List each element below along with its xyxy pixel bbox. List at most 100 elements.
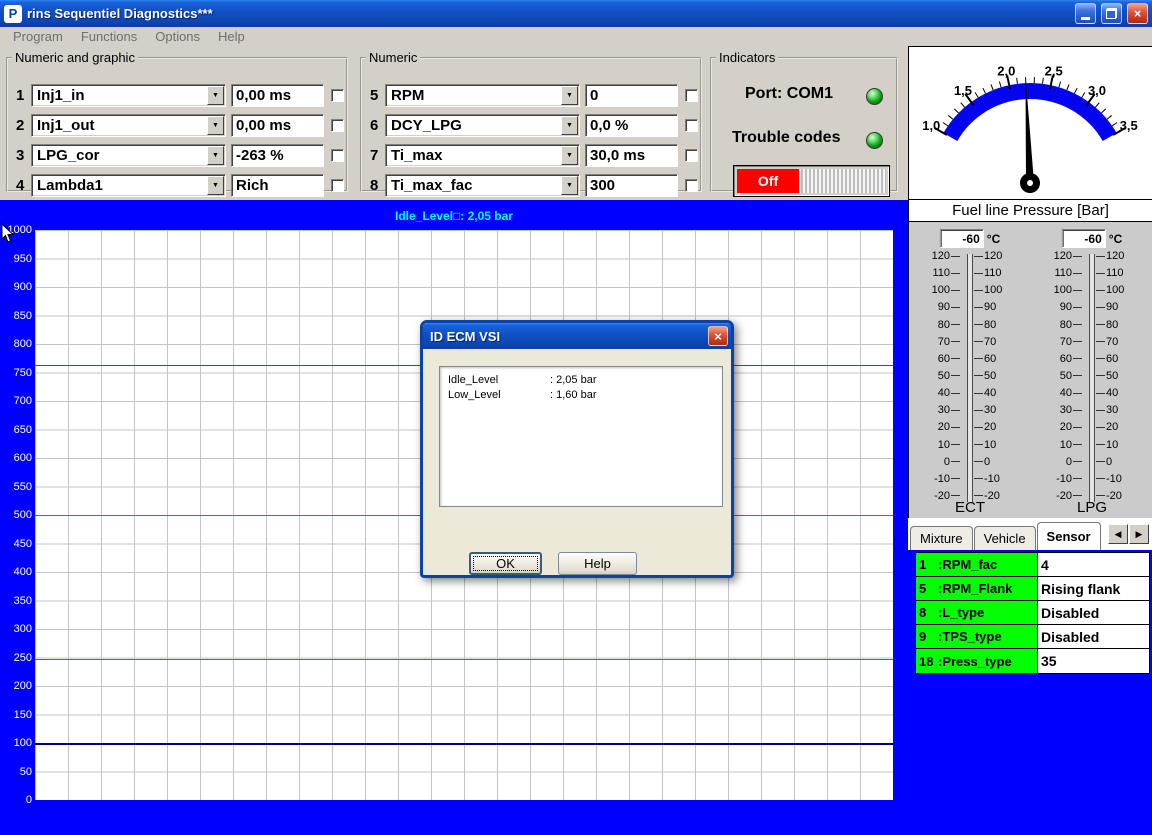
channel-select[interactable]: LPG_cor ▼	[31, 144, 226, 167]
info-value: : 2,05 bar	[550, 373, 596, 388]
setting-value-cell: Disabled	[1038, 601, 1149, 624]
channel-number: 7	[370, 147, 385, 164]
table-row[interactable]: 8:L_type Disabled	[916, 601, 1149, 625]
dialog-close-button[interactable]: ×	[708, 326, 728, 346]
menu-help[interactable]: Help	[209, 28, 254, 45]
channel-checkbox[interactable]	[331, 149, 344, 162]
thermo-scale-row: 6060	[917, 353, 1023, 365]
svg-text:1,0: 1,0	[922, 118, 940, 133]
ok-button[interactable]: OK	[469, 552, 542, 575]
port-status-led	[866, 88, 883, 105]
dialog-titlebar[interactable]: ID ECM VSI ×	[423, 323, 731, 349]
tab-scroll-right-button[interactable]: ▶	[1129, 524, 1149, 544]
gauge-caption: Fuel line Pressure [Bar]	[908, 200, 1152, 222]
trouble-codes-led	[866, 132, 883, 149]
thermo-scale-row: 120120	[917, 250, 1023, 262]
tab-sensor[interactable]: Sensor	[1037, 522, 1101, 550]
group-title: Indicators	[716, 50, 778, 65]
off-toggle[interactable]: Off	[733, 165, 890, 197]
dropdown-arrow-icon[interactable]: ▼	[561, 86, 578, 105]
table-row[interactable]: 18:Press_type 35	[916, 649, 1149, 673]
series-red-lower-level	[35, 659, 893, 660]
off-button[interactable]: Off	[737, 169, 799, 193]
mouse-cursor	[1, 223, 15, 245]
right-arrow-icon: ▶	[1136, 529, 1143, 540]
tab-scroll-left-button[interactable]: ◀	[1108, 524, 1128, 544]
channel-checkbox[interactable]	[331, 179, 344, 192]
y-tick-label: 400	[0, 566, 32, 578]
channel-checkbox[interactable]	[331, 89, 344, 102]
restore-icon	[1106, 8, 1117, 19]
dropdown-arrow-icon[interactable]: ▼	[207, 146, 224, 165]
thermo-scale-row: -10-10	[1039, 473, 1145, 485]
channel-select[interactable]: DCY_LPG ▼	[385, 114, 580, 137]
channel-number: 6	[370, 117, 385, 134]
channel-select[interactable]: Inj1_in ▼	[31, 84, 226, 107]
setting-name-cell: 8:L_type	[916, 601, 1038, 624]
channel-select[interactable]: RPM ▼	[385, 84, 580, 107]
close-button[interactable]: ×	[1127, 3, 1148, 24]
table-row[interactable]: 5:RPM_Flank Rising flank	[916, 577, 1149, 601]
channel-checkbox[interactable]	[685, 149, 698, 162]
channel-select-value: Lambda1	[37, 177, 103, 194]
table-row[interactable]: 9:TPS_type Disabled	[916, 625, 1149, 649]
dropdown-arrow-icon[interactable]: ▼	[207, 86, 224, 105]
y-tick-label: 350	[0, 595, 32, 607]
channel-select[interactable]: Lambda1 ▼	[31, 174, 226, 197]
thermo-scale-row: 5050	[917, 370, 1023, 382]
series-navy-low-level	[35, 743, 893, 745]
dropdown-arrow-icon[interactable]: ▼	[207, 176, 224, 195]
tab-mixture[interactable]: Mixture	[910, 526, 973, 550]
thermo-scale-row: 8080	[1039, 319, 1145, 331]
tab-vehicle[interactable]: Vehicle	[974, 526, 1036, 550]
setting-value-cell: 35	[1038, 649, 1149, 673]
dropdown-arrow-icon[interactable]: ▼	[561, 146, 578, 165]
dialog-info-box: Idle_Level : 2,05 bar Low_Level : 1,60 b…	[439, 366, 723, 507]
restore-button[interactable]	[1101, 3, 1122, 24]
lpg-label: LPG	[1033, 499, 1151, 516]
thermo-scale-row: 110110	[1039, 267, 1145, 279]
channel-row: 4 Lambda1 ▼ Rich	[16, 173, 344, 197]
channel-value: 0,00 ms	[231, 84, 324, 107]
menu-bar: Program Functions Options Help	[0, 27, 1152, 46]
thermo-scale-row: 3030	[1039, 404, 1145, 416]
dropdown-arrow-icon[interactable]: ▼	[561, 176, 578, 195]
y-tick-label: 300	[0, 623, 32, 635]
group-title: Numeric	[366, 50, 420, 65]
dropdown-arrow-icon[interactable]: ▼	[207, 116, 224, 135]
channel-checkbox[interactable]	[685, 119, 698, 132]
sensor-settings-table: 1:RPM_fac 4 5:RPM_Flank Rising flank 8:L…	[915, 552, 1150, 674]
thermo-scale-row: 9090	[1039, 301, 1145, 313]
channel-select[interactable]: Ti_max_fac ▼	[385, 174, 580, 197]
channel-select[interactable]: Ti_max ▼	[385, 144, 580, 167]
channel-row: 6 DCY_LPG ▼ 0,0 %	[370, 113, 698, 137]
channel-value: 0,00 ms	[231, 114, 324, 137]
temperature-panel: -60 °C 120120110110100100909080807070606…	[908, 222, 1152, 518]
thermo-scale-row: 00	[917, 456, 1023, 468]
thermometer-ect: -60 °C 120120110110100100909080807070606…	[911, 222, 1029, 518]
menu-functions[interactable]: Functions	[72, 28, 146, 45]
y-tick-label: 900	[0, 281, 32, 293]
dropdown-arrow-icon[interactable]: ▼	[561, 116, 578, 135]
group-numeric-and-graphic: Numeric and graphic 1 Inj1_in ▼ 0,00 ms …	[6, 50, 348, 192]
channel-select[interactable]: Inj1_out ▼	[31, 114, 226, 137]
channel-checkbox[interactable]	[685, 179, 698, 192]
minimize-button[interactable]	[1075, 3, 1096, 24]
channel-checkbox[interactable]	[685, 89, 698, 102]
channel-checkbox[interactable]	[331, 119, 344, 132]
help-button[interactable]: Help	[558, 552, 637, 575]
channel-number: 4	[16, 177, 31, 194]
y-tick-label: 250	[0, 652, 32, 664]
y-tick-label: 150	[0, 709, 32, 721]
lpg-unit-label: °C	[1109, 232, 1122, 246]
window-titlebar[interactable]: P rins Sequentiel Diagnostics*** ×	[0, 0, 1152, 27]
table-row[interactable]: 1:RPM_fac 4	[916, 553, 1149, 577]
y-tick-label: 750	[0, 367, 32, 379]
thermo-scale-row: 4040	[917, 387, 1023, 399]
menu-options[interactable]: Options	[146, 28, 209, 45]
thermo-readout: -60 °C	[1062, 229, 1122, 248]
y-tick-label: 800	[0, 338, 32, 350]
channel-value: -263 %	[231, 144, 324, 167]
close-icon: ×	[714, 330, 722, 343]
menu-program[interactable]: Program	[4, 28, 72, 45]
